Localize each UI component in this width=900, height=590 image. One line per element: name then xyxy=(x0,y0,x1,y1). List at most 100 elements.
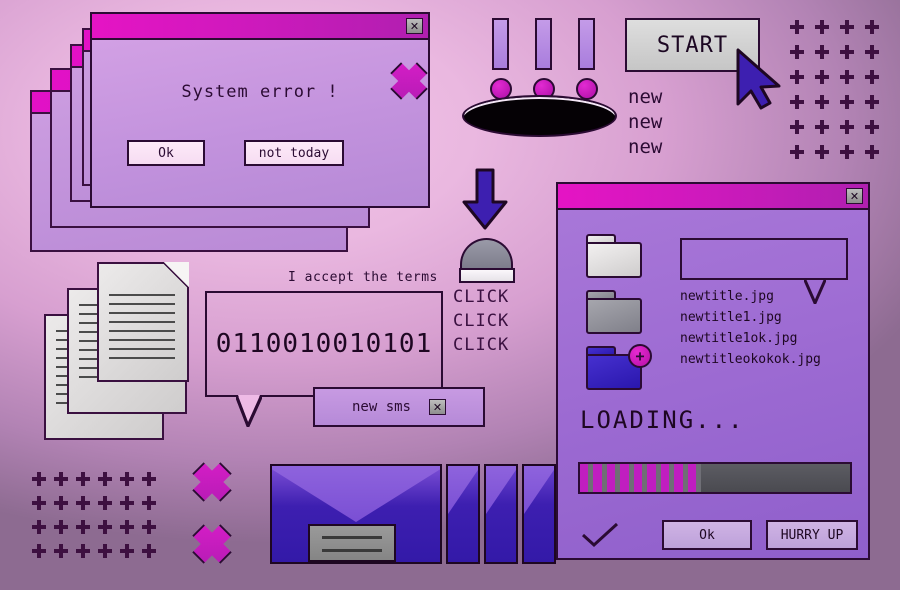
new-label-2: new xyxy=(628,111,663,133)
system-error-window[interactable]: ✕ System error ! Ok not today xyxy=(90,12,430,208)
progress-segment xyxy=(633,464,643,492)
plus-icon xyxy=(865,95,879,109)
plus-icon xyxy=(790,70,804,84)
loading-window[interactable]: ✕ + newtitle.jpg newtitle1.jpg newtitle1… xyxy=(556,182,870,560)
list-item[interactable]: newtitleokokok.jpg xyxy=(680,349,821,370)
progress-segment xyxy=(606,464,616,492)
folder-white-icon[interactable] xyxy=(586,234,642,278)
x-cross-decoration-3 xyxy=(192,524,232,564)
loading-window-body: + newtitle.jpg newtitle1.jpg newtitle1ok… xyxy=(558,210,868,558)
envelope-card xyxy=(308,524,396,562)
plus-icon xyxy=(142,496,156,510)
close-icon[interactable]: ✕ xyxy=(846,188,863,204)
plus-icon xyxy=(142,472,156,486)
plus-icon xyxy=(865,20,879,34)
envelope-group xyxy=(270,464,556,564)
speech-bubble-tail xyxy=(236,395,262,427)
exclamation-group xyxy=(490,18,598,100)
progress-segment xyxy=(660,464,670,492)
file-speech-bubble xyxy=(680,238,848,280)
error-window-stack: ✕ System error ! Ok not today xyxy=(30,12,430,252)
add-folder-badge-icon[interactable]: + xyxy=(628,344,652,368)
plus-icon xyxy=(120,472,134,486)
plus-icon xyxy=(790,45,804,59)
error-window-titlebar: ✕ xyxy=(92,14,428,40)
folder-blue-icon[interactable]: + xyxy=(586,344,652,390)
binary-speech-bubble: 0110010010101 xyxy=(205,291,443,397)
ok-button[interactable]: Ok xyxy=(127,140,205,166)
click-line-3: CLICK xyxy=(453,335,510,355)
plus-icon xyxy=(32,544,46,558)
close-icon[interactable]: ✕ xyxy=(406,18,423,34)
checkmark-icon xyxy=(581,522,619,548)
folder-gray-icon[interactable] xyxy=(586,290,642,334)
black-ellipse-portal xyxy=(462,95,617,137)
envelope-4 xyxy=(522,464,556,564)
plus-icon xyxy=(865,70,879,84)
error-message: System error ! xyxy=(181,82,339,102)
plus-icon xyxy=(54,472,68,486)
plus-icon xyxy=(815,145,829,159)
plus-icon xyxy=(840,45,854,59)
exclamation-2 xyxy=(533,18,555,100)
envelope-3 xyxy=(484,464,518,564)
plus-icon xyxy=(865,45,879,59)
dome-base xyxy=(459,268,515,283)
plus-icon xyxy=(815,70,829,84)
close-icon[interactable]: ✕ xyxy=(429,399,446,415)
progress-gap xyxy=(696,464,702,492)
plus-icon xyxy=(76,472,90,486)
down-arrow-icon xyxy=(462,168,508,230)
new-label-3: new xyxy=(628,136,663,158)
hurry-up-button[interactable]: HURRY UP xyxy=(766,520,858,550)
plus-icon xyxy=(815,120,829,134)
click-line-1: CLICK xyxy=(453,287,510,307)
binary-text: 0110010010101 xyxy=(215,329,433,359)
plus-icon xyxy=(32,520,46,534)
exclamation-1 xyxy=(490,18,512,100)
plus-icon xyxy=(76,496,90,510)
plus-icon xyxy=(32,496,46,510)
poster-canvas: ✕ System error ! Ok not today START new … xyxy=(0,0,900,590)
progress-segment xyxy=(647,464,656,492)
plus-icon xyxy=(790,145,804,159)
list-item[interactable]: newtitle1ok.jpg xyxy=(680,328,821,349)
progress-segment xyxy=(620,464,629,492)
ok-button[interactable]: Ok xyxy=(662,520,752,550)
new-label-list: new new new xyxy=(628,85,662,160)
page-fold-icon xyxy=(163,262,189,288)
list-item[interactable]: newtitle.jpg xyxy=(680,286,821,307)
error-window-body: System error ! Ok not today xyxy=(92,40,428,206)
click-line-2: CLICK xyxy=(453,311,510,331)
plus-icon xyxy=(815,45,829,59)
progress-segment xyxy=(593,464,602,492)
plus-icon xyxy=(142,544,156,558)
loading-status-label: LOADING... xyxy=(580,406,745,434)
plus-icon xyxy=(98,472,112,486)
plus-icon xyxy=(98,520,112,534)
new-sms-notification[interactable]: new sms ✕ xyxy=(313,387,485,427)
plus-icon xyxy=(790,95,804,109)
plus-icon xyxy=(120,520,134,534)
plus-icon xyxy=(865,120,879,134)
plus-icon xyxy=(790,120,804,134)
plus-icon xyxy=(32,472,46,486)
loading-window-titlebar: ✕ xyxy=(558,184,868,210)
plus-icon xyxy=(840,20,854,34)
new-label-1: new xyxy=(628,86,663,108)
list-item[interactable]: newtitle1.jpg xyxy=(680,307,821,328)
progress-bar xyxy=(578,462,852,494)
plus-grid-bottom-left xyxy=(32,472,164,568)
progress-segment xyxy=(580,464,589,492)
arrow-cursor-icon xyxy=(736,48,781,110)
dome-cap xyxy=(460,238,513,268)
plus-icon xyxy=(815,20,829,34)
dome-button-icon[interactable] xyxy=(459,238,515,283)
plus-icon xyxy=(120,496,134,510)
plus-grid-top-right xyxy=(790,20,890,170)
not-today-button[interactable]: not today xyxy=(244,140,344,166)
x-cross-decoration-2 xyxy=(192,462,232,502)
plus-icon xyxy=(98,544,112,558)
plus-icon xyxy=(120,544,134,558)
sms-label: new sms xyxy=(351,399,411,415)
